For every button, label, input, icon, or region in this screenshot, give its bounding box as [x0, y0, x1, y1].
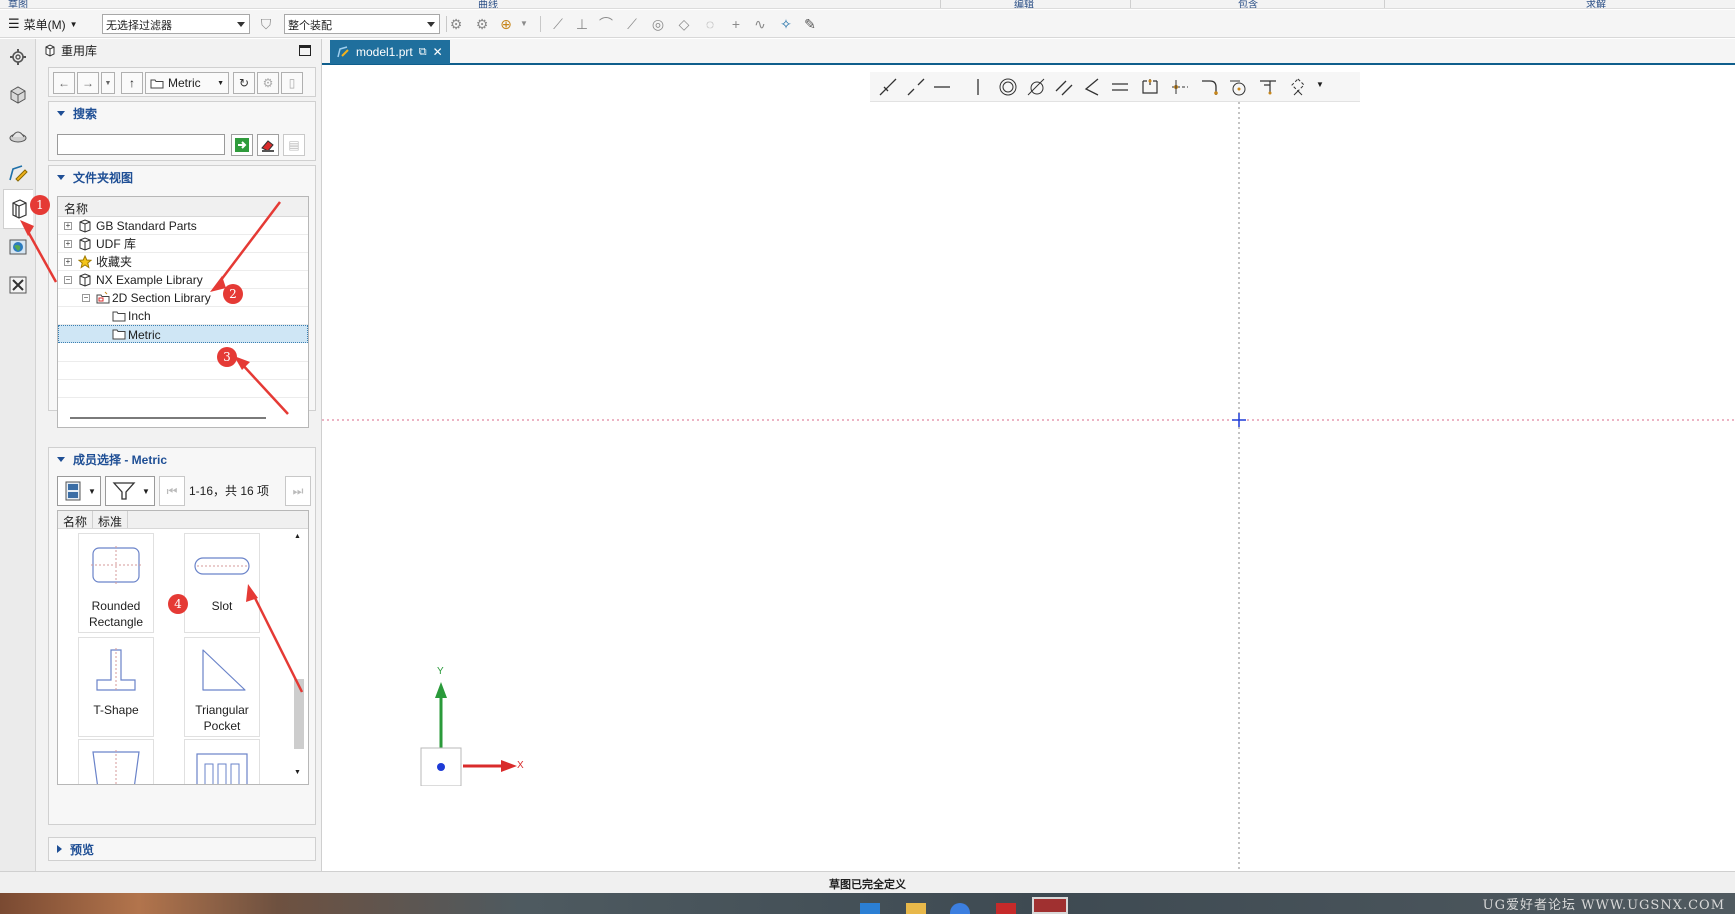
annotation-badge-3: 3 — [217, 347, 237, 367]
browser-icon[interactable] — [950, 903, 970, 914]
file-explorer-icon[interactable] — [906, 903, 926, 914]
annotation-badge-1: 1 — [30, 195, 50, 215]
annotation-badge-4: 4 — [168, 594, 188, 614]
annotation-arrows — [20, 201, 304, 693]
start-icon[interactable] — [860, 903, 880, 914]
status-message: 草图已完全定义 — [829, 879, 906, 891]
watermark: UG爱好者论坛 WWW.UGSNX.COM — [1482, 898, 1725, 913]
app-icon[interactable] — [996, 903, 1016, 914]
os-taskbar: UG爱好者论坛 WWW.UGSNX.COM — [0, 893, 1735, 914]
nx-app-icon[interactable] — [1032, 897, 1068, 914]
annotation-badge-2: 2 — [223, 284, 243, 304]
status-bar: 草图已完全定义 — [0, 871, 1735, 893]
